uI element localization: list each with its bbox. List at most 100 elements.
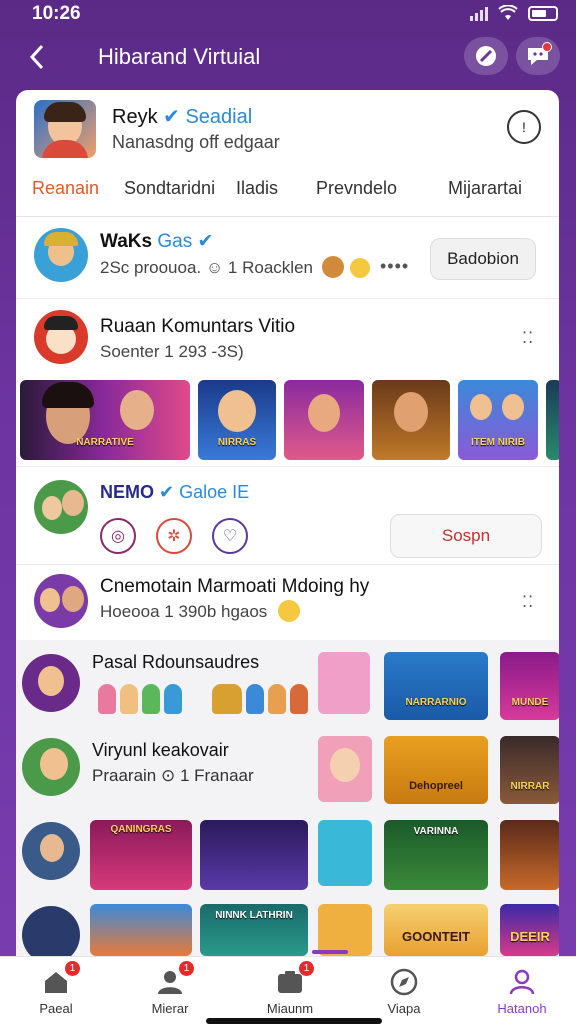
list-item-waks[interactable]: WaKs Gas ✔ 2Sc proouoa. ☺ 1 Roacklen •••… [16,222,559,298]
tab-prevndelo[interactable]: Prevndelo [316,172,397,199]
tile-caption: QANINGRAS [110,824,172,835]
crema-title: Cnemotain Marmoati Mdoing hy [100,576,370,597]
compose-button[interactable] [464,37,508,75]
content-grid: Pasal Rdounsaudres NARRARNIO MUNDE Viryu… [16,640,559,956]
signal-icon [470,5,488,21]
grid-row: NINNK LATHRIN GOONTEIT DEEIR [16,902,559,956]
tab-reanain[interactable]: Reanain [32,172,99,199]
status-bar: 10:26 [0,0,576,30]
status-time: 10:26 [32,3,81,24]
chat-button[interactable] [516,37,560,75]
grid-row: Pasal Rdounsaudres NARRARNIO MUNDE [16,650,559,730]
status-icons [470,5,558,21]
waks-action-button[interactable]: Badobion [430,238,536,280]
profile-name: Reyk ✔ Seadial [112,104,252,129]
tabbar-item-hatanoh[interactable]: Hatanoh [482,967,562,1016]
tabbar-item-mierar[interactable]: 1 Mierar [130,961,210,1016]
grid-tile[interactable] [318,904,372,956]
back-button[interactable] [22,40,52,74]
grid-tile[interactable] [318,820,372,886]
thumbnail-caption: NIRRAS [217,437,257,448]
thumbnail[interactable] [372,380,450,460]
tab-bar-top: Reanain Sondtaridni Iladis Prevndelo Mij… [16,172,559,212]
battery-icon [528,5,558,21]
chevron-left-icon [29,44,44,70]
emoji-icon [278,600,300,622]
wifi-icon [498,5,518,20]
heart-icon[interactable]: ♡ [212,518,248,554]
people-icon: 1 [154,961,194,997]
grid-tile[interactable]: VARINNA [384,820,488,890]
grid-tile[interactable]: MUNDE [500,652,559,720]
profile-avatar[interactable] [34,100,96,158]
bookmark-icon: ! [522,119,526,135]
grid-tile[interactable]: GOONTEIT [384,904,488,956]
thumbnail[interactable] [546,380,559,460]
profile-action-button[interactable]: ! [507,110,541,144]
tab-badge: 1 [299,961,314,976]
avatar-community [34,310,88,364]
grid-avatar[interactable] [22,738,80,796]
thumbnail-caption: NARRATIVE [76,437,134,448]
tile-caption: DEEIR [510,929,550,944]
waks-subtitle: 2Sc proouoa. ☺ 1 Roacklen [100,258,313,277]
divider [16,298,559,299]
grid-row-title: Viryunl keakovair [92,740,229,760]
list-item-crema[interactable]: Cnemotain Marmoati Mdoing hy Hoeooa 1 39… [16,568,559,638]
tabbar-item-miaunm[interactable]: 1 Miaunm [250,961,330,1016]
notification-dot [542,42,552,52]
thumbnail-caption: ITEM NIRIB [471,437,525,448]
tab-mijarartai[interactable]: Mijarartai [448,172,522,199]
verified-icon: ✔ [197,231,214,252]
grid-tile[interactable] [500,820,559,890]
grid-tile[interactable] [200,820,308,890]
tab-sondtaridni[interactable]: Sondtaridni [124,172,215,199]
waks-title: WaKs Gas ✔ [100,230,213,253]
avatar-nemo [34,480,88,534]
home-icon: 1 [40,961,80,997]
reaction-icons: ◎ ✲ ♡ [100,518,260,554]
tab-iladis[interactable]: Iladis [236,172,278,199]
tile-caption: NIRRAR [510,781,550,792]
tabbar-label: Miaunm [266,1001,314,1016]
more-icon[interactable]: •••• [380,256,409,277]
emoji-icon [322,256,344,278]
tabbar-label: Paeal [39,1001,73,1016]
profile-icon [506,967,538,997]
nemo-action-button[interactable]: Sospn [390,514,542,558]
header-actions [464,37,560,75]
grid-tile[interactable]: NIRRAR [500,736,559,804]
tabbar-item-viapa[interactable]: Viapa [364,967,444,1016]
grid-avatar[interactable] [22,906,80,956]
list-item-nemo[interactable]: NEMO ✔ Galoe IE Sospn [16,474,559,566]
grid-tile[interactable]: NARRARNIO [384,652,488,720]
thumbnail[interactable]: NARRATIVE [20,380,190,460]
profile-card[interactable]: Reyk ✔ Seadial Nanasdng off edgaar ! [16,90,559,170]
grid-tile[interactable]: Dehopreel [384,736,488,804]
compose-icon [476,46,496,66]
more-icon[interactable]: ⁚⁚ [522,328,534,348]
share-icon[interactable]: ✲ [156,518,192,554]
target-icon[interactable]: ◎ [100,518,136,554]
tabbar-item-paeal[interactable]: 1 Paeal [16,961,96,1016]
more-icon[interactable]: ⁚⁚ [522,592,534,612]
main-panel: Reyk ✔ Seadial Nanasdng off edgaar ! Rea… [16,90,559,956]
thumbnail[interactable] [284,380,364,460]
grid-tile[interactable] [318,652,370,714]
home-indicator [206,1018,382,1024]
grid-avatar[interactable] [22,822,80,880]
grid-avatar[interactable] [22,654,80,712]
thumbnail[interactable]: NIRRAS [198,380,276,460]
tile-caption: MUNDE [511,697,549,708]
thumbnail[interactable]: ITEM NIRIB [458,380,538,460]
list-item-community[interactable]: Ruaan Komuntars Vitio Soenter 1 293 -3S)… [16,304,559,374]
bottom-tab-bar: 1 Paeal 1 Mierar 1 Miaunm Viapa Hatanoh [0,956,576,1024]
grid-tile[interactable]: QANINGRAS [90,820,192,890]
grid-tile[interactable]: DEEIR [500,904,559,956]
grid-tile[interactable] [318,736,372,802]
grid-tile[interactable] [90,904,192,956]
tab-badge: 1 [65,961,80,976]
verified-icon: ✔ [163,106,180,128]
tabbar-label: Viapa [387,1001,421,1016]
grid-tile[interactable]: NINNK LATHRIN [200,904,308,956]
